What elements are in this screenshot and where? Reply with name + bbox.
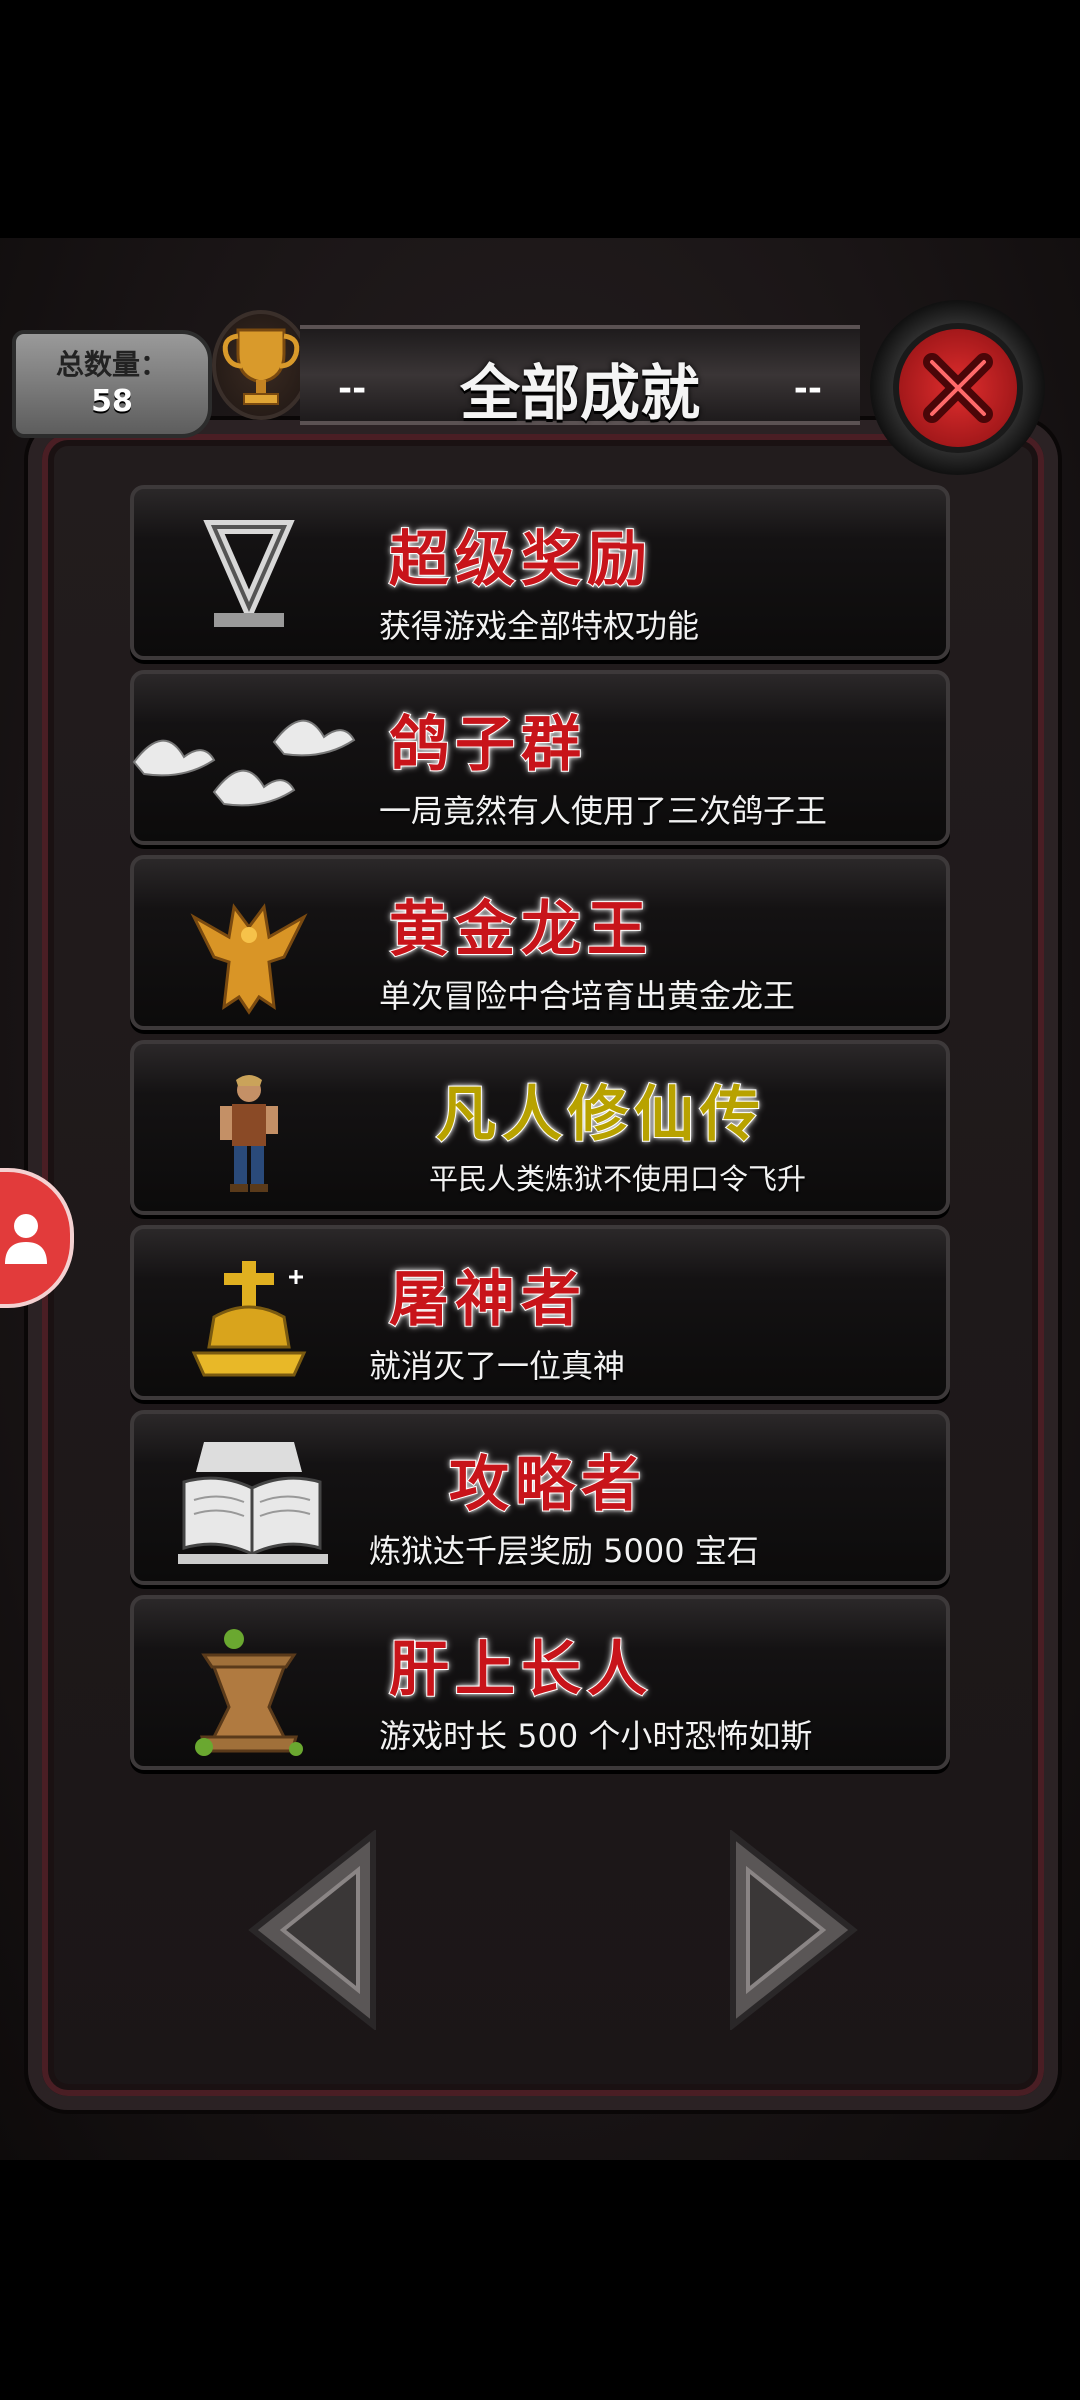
- achievement-card-god-slayer[interactable]: 屠神者 就消灭了一位真神: [130, 1225, 950, 1400]
- total-count-plate: 总数量： 58: [12, 330, 212, 438]
- achievement-title: 鸽子群: [388, 709, 587, 781]
- achievement-card-super-reward[interactable]: 超级奖励 获得游戏全部特权功能: [130, 485, 950, 660]
- achievement-card-golden-dragon[interactable]: 黄金龙王 单次冒险中合培育出黄金龙王: [130, 855, 950, 1030]
- silver-hourglass-icon: [174, 517, 324, 637]
- achievement-desc: 炼狱达千层奖励 5000 宝石: [369, 1532, 759, 1570]
- achievement-desc: 就消灭了一位真神: [369, 1347, 626, 1385]
- commoner-icon: [174, 1072, 324, 1192]
- golden-altar-icon: [174, 1257, 324, 1377]
- close-icon: [892, 322, 1023, 453]
- open-book-icon: [174, 1442, 328, 1564]
- achievement-title: 超级奖励: [388, 524, 653, 596]
- achievement-desc: 单次冒险中合培育出黄金龙王: [379, 977, 796, 1015]
- achievement-title: 凡人修仙传: [435, 1079, 766, 1151]
- achievement-title: 黄金龙王: [388, 894, 653, 966]
- previous-page-button[interactable]: [248, 1828, 378, 2032]
- title-banner: -- 全部成就 --: [300, 325, 860, 429]
- achievement-card-strategist[interactable]: 攻略者 炼狱达千层奖励 5000 宝石: [130, 1410, 950, 1585]
- achievement-desc: 获得游戏全部特权功能: [379, 607, 700, 645]
- page-title: 全部成就: [460, 359, 700, 429]
- total-count-label: 总数量：: [55, 348, 168, 381]
- achievement-title: 屠神者: [388, 1264, 587, 1336]
- achievement-desc: 平民人类炼狱不使用口令飞升: [429, 1162, 807, 1196]
- title-dash-right: --: [793, 369, 822, 409]
- close-button[interactable]: [870, 300, 1045, 475]
- next-page-button[interactable]: [728, 1828, 858, 2032]
- achievement-card-liver-grinder[interactable]: 肝上长人 游戏时长 500 个小时恐怖如斯: [130, 1595, 950, 1770]
- total-count-value: 58: [91, 384, 133, 419]
- white-doves-icon: [124, 702, 364, 822]
- achievement-card-dove-flock[interactable]: 鸽子群 一局竟然有人使用了三次鸽子王: [130, 670, 950, 845]
- achievement-desc: 游戏时长 500 个小时恐怖如斯: [379, 1717, 813, 1755]
- arrow-left-icon: [248, 1828, 376, 2032]
- achievement-desc: 一局竟然有人使用了三次鸽子王: [379, 792, 828, 830]
- achievement-title: 肝上长人: [388, 1634, 653, 1706]
- user-icon: [5, 1214, 47, 1264]
- achievement-card-mortal-cultivation[interactable]: 凡人修仙传 平民人类炼狱不使用口令飞升: [130, 1040, 950, 1215]
- wooden-hourglass-icon: [174, 1627, 324, 1756]
- arrow-right-icon: [730, 1828, 858, 2032]
- trophy-icon: [212, 310, 310, 420]
- achievement-list: 超级奖励 获得游戏全部特权功能 鸽子群 一局竟然有人使用了三次鸽子王 黄金龙王 …: [130, 485, 950, 1780]
- golden-dragon-icon: [174, 887, 324, 1015]
- achievement-title: 攻略者: [448, 1449, 647, 1521]
